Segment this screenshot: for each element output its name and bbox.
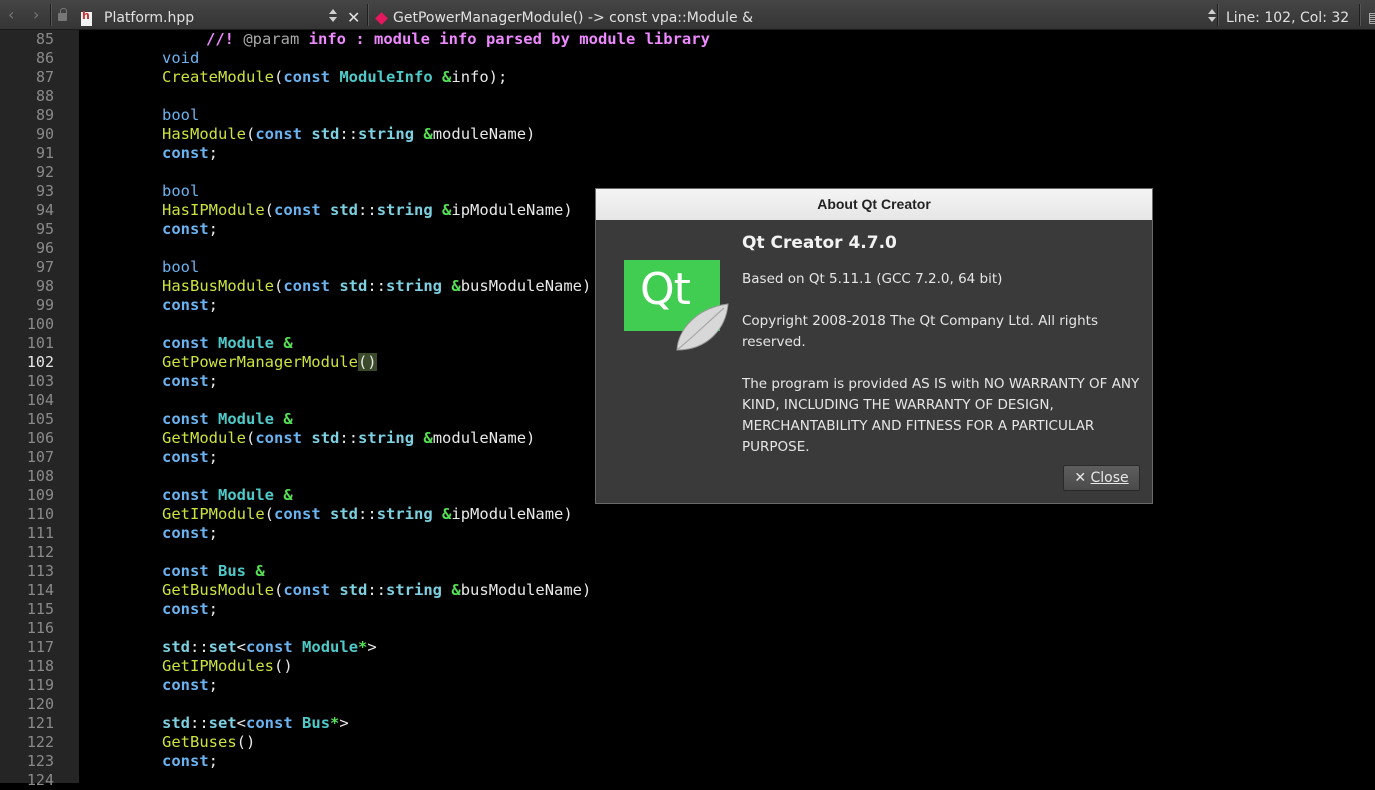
code-line: const;: [162, 372, 219, 390]
toolbar-divider: [1217, 4, 1219, 26]
code-line: GetIPModules(): [162, 657, 293, 675]
line-number: 113: [26, 562, 54, 580]
toolbar-divider: [50, 4, 52, 26]
file-name[interactable]: Platform.hpp: [104, 0, 194, 30]
code-line: const;: [162, 144, 219, 162]
close-x-icon: ✕: [1074, 470, 1087, 486]
line-number: 120: [26, 695, 54, 713]
code-line: const;: [162, 296, 219, 314]
line-number: 119: [26, 676, 54, 694]
line-number: 111: [26, 524, 54, 542]
code-line: HasBusModule(const std::string &busModul…: [162, 277, 592, 295]
line-number: 89: [35, 106, 54, 124]
copyright-text: Copyright 2008-2018 The Qt Company Ltd. …: [742, 313, 1099, 350]
line-number: 91: [35, 144, 54, 162]
cursor-position[interactable]: Line: 102, Col: 32: [1226, 0, 1349, 30]
line-number: 107: [26, 448, 54, 466]
code-line: GetBuses(): [162, 733, 256, 751]
line-number: 116: [26, 619, 54, 637]
line-number: 117: [26, 638, 54, 656]
close-button[interactable]: ✕ Close: [1063, 465, 1140, 491]
file-dropdown-icon[interactable]: [329, 9, 337, 23]
about-dialog: About Qt Creator Qt Qt Creator 4.7.0 Bas…: [595, 188, 1153, 504]
code-line: std::set<const Module*>: [162, 638, 377, 656]
code-line: const Bus &: [162, 562, 265, 580]
code-line: const;: [162, 676, 219, 694]
toolbar-divider: [367, 4, 369, 26]
line-number: 94: [35, 201, 54, 219]
code-line: const Module &: [162, 410, 293, 428]
close-document-button[interactable]: ✕: [347, 0, 360, 30]
line-number: 121: [26, 714, 54, 732]
line-number: 101: [26, 334, 54, 352]
code-line: HasIPModule(const std::string &ipModuleN…: [162, 201, 573, 219]
split-icon[interactable]: ▤: [1368, 0, 1375, 30]
code-line: const;: [162, 448, 219, 466]
code-line: const Module &: [162, 486, 293, 504]
line-number: 118: [26, 657, 54, 675]
line-number: 97: [35, 258, 54, 276]
line-number: 123: [26, 752, 54, 770]
line-number: 96: [35, 239, 54, 257]
symbol-selector[interactable]: GetPowerManagerModule() -> const vpa::Mo…: [393, 0, 753, 30]
code-line: //! @param info : module info parsed by …: [206, 30, 710, 48]
code-line: GetPowerManagerModule(): [162, 353, 377, 371]
code-line: void: [162, 49, 200, 67]
line-number: 115: [26, 600, 54, 618]
warranty-text: The program is provided AS IS with NO WA…: [742, 376, 1140, 455]
line-number: 88: [35, 87, 54, 105]
line-number: 90: [35, 125, 54, 143]
line-number: 93: [35, 182, 54, 200]
code-line: bool: [162, 258, 200, 276]
dialog-title[interactable]: About Qt Creator: [596, 189, 1152, 220]
line-number: 92: [35, 163, 54, 181]
code-line: CreateModule(const ModuleInfo &info);: [162, 68, 508, 86]
code-line: GetIPModule(const std::string &ipModuleN…: [162, 505, 573, 523]
line-number: 100: [26, 315, 54, 333]
line-number: 87: [35, 68, 54, 86]
lock-icon: [58, 8, 67, 21]
line-number: 110: [26, 505, 54, 523]
line-number: 102: [26, 353, 54, 371]
line-number: 109: [26, 486, 54, 504]
based-on-text: Based on Qt 5.11.1 (GCC 7.2.0, 64 bit): [742, 271, 1003, 287]
line-number: 104: [26, 391, 54, 409]
line-number: 106: [26, 429, 54, 447]
line-number: 122: [26, 733, 54, 751]
leaf-icon: [676, 303, 729, 351]
back-icon[interactable]: ‹: [8, 0, 14, 27]
code-line: GetBusModule(const std::string &busModul…: [162, 581, 592, 599]
line-number: 95: [35, 220, 54, 238]
header-file-icon: h: [81, 9, 92, 26]
line-number: 98: [35, 277, 54, 295]
line-number: 108: [26, 467, 54, 485]
line-number: 105: [26, 410, 54, 428]
code-line: bool: [162, 182, 200, 200]
line-number: 124: [26, 771, 54, 789]
method-icon: [375, 12, 388, 25]
line-number-gutter: 85 86 87 88 89 90 91 92 93 94 95 96 97 98 99 100 101 102 1…: [0, 30, 79, 789]
code-line: HasModule(const std::string &moduleName): [162, 125, 536, 143]
dialog-heading: Qt Creator 4.7.0: [742, 233, 897, 253]
line-number: 112: [26, 543, 54, 561]
code-line: bool: [162, 106, 200, 124]
close-label: Close: [1090, 470, 1129, 486]
line-number: 86: [35, 49, 54, 67]
line-number: 114: [26, 581, 54, 599]
line-number: 103: [26, 372, 54, 390]
code-line: const;: [162, 600, 219, 618]
toolbar-divider: [1359, 4, 1361, 26]
line-number: 85: [35, 30, 54, 48]
forward-icon[interactable]: ›: [33, 0, 39, 27]
line-number: 99: [35, 296, 54, 314]
code-line: std::set<const Bus*>: [162, 714, 349, 732]
code-line: const;: [162, 220, 219, 238]
code-line: const;: [162, 752, 219, 770]
code-line: const;: [162, 524, 219, 542]
code-line: GetModule(const std::string &moduleName): [162, 429, 536, 447]
editor-toolbar: ‹ › h Platform.hpp ✕ GetPowerManagerModu…: [0, 0, 1375, 30]
code-line: const Module &: [162, 334, 293, 352]
symbol-dropdown-icon[interactable]: [1208, 9, 1216, 23]
